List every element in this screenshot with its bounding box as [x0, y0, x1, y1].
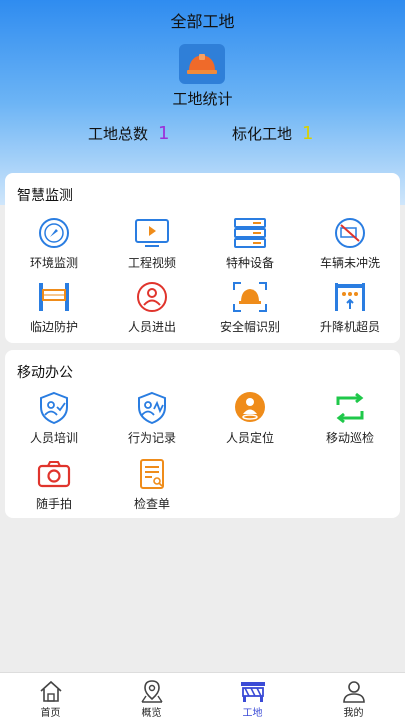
- person-badge-icon: [132, 279, 172, 315]
- total-sites-label: 工地总数: [88, 125, 149, 143]
- smart-monitor-title: 智慧监测: [17, 188, 73, 204]
- tab-mine[interactable]: 我的: [303, 673, 404, 720]
- site-selector[interactable]: 全部工地: [0, 8, 405, 32]
- helmet-scan-icon: [230, 279, 270, 315]
- total-sites-stat[interactable]: 工地总数 1: [88, 123, 169, 144]
- video-screen-icon: [132, 215, 172, 251]
- home-icon: [0, 673, 101, 703]
- staff-location-button[interactable]: 人员定位: [201, 390, 299, 446]
- user-icon: [303, 673, 404, 703]
- staff-training-button[interactable]: 人员培训: [5, 390, 103, 446]
- env-monitor-button[interactable]: 环境监测: [5, 215, 103, 271]
- compass-icon: [34, 215, 74, 251]
- mobile-office-card: 移动办公 人员培训 行为记录 人员定位 移动巡检 随手拍 检查单: [5, 350, 400, 518]
- map-pin-icon: [101, 673, 202, 703]
- checklist-button[interactable]: 检查单: [103, 456, 201, 512]
- snapshot-button[interactable]: 随手拍: [5, 456, 103, 512]
- shield-activity-icon: [132, 390, 172, 426]
- standard-sites-label: 标化工地: [232, 125, 293, 143]
- elevator-icon: [330, 279, 370, 315]
- behavior-record-button[interactable]: 行为记录: [103, 390, 201, 446]
- cycle-arrows-icon: [330, 390, 370, 426]
- server-rack-icon: [230, 215, 270, 251]
- mobile-office-title: 移动办公: [17, 365, 73, 381]
- project-video-button[interactable]: 工程视频: [103, 215, 201, 271]
- standard-sites-stat[interactable]: 标化工地 1: [232, 123, 313, 144]
- edge-protection-button[interactable]: 临边防护: [5, 279, 103, 335]
- checklist-icon: [132, 456, 172, 492]
- stats-title: 工地统计: [172, 90, 233, 108]
- tab-home[interactable]: 首页: [0, 673, 101, 720]
- tab-overview[interactable]: 概览: [101, 673, 202, 720]
- guardrail-icon: [34, 279, 74, 315]
- standard-sites-value: 1: [302, 123, 314, 144]
- camera-icon: [34, 456, 74, 492]
- truck-wash-icon: [330, 215, 370, 251]
- mobile-inspection-button[interactable]: 移动巡检: [301, 390, 399, 446]
- vehicle-unwashed-button[interactable]: 车辆未冲洗: [301, 215, 399, 271]
- bottom-tabbar: 首页 概览 工地 我的: [0, 672, 405, 720]
- special-equipment-button[interactable]: 特种设备: [201, 215, 299, 271]
- total-sites-value: 1: [158, 123, 170, 144]
- location-person-icon: [230, 390, 270, 426]
- construction-icon: [202, 673, 303, 703]
- shield-person-icon: [34, 390, 74, 426]
- personnel-access-button[interactable]: 人员进出: [103, 279, 201, 335]
- smart-monitor-card: 智慧监测 环境监测 工程视频 特种设备 车辆未冲洗 临边防护 人员进出 安全帽识…: [5, 173, 400, 343]
- elevator-overload-button[interactable]: 升降机超员: [301, 279, 399, 335]
- helmet-recognition-button[interactable]: 安全帽识别: [201, 279, 299, 335]
- helmet-logo-icon: [179, 44, 225, 84]
- tab-site[interactable]: 工地: [202, 673, 303, 720]
